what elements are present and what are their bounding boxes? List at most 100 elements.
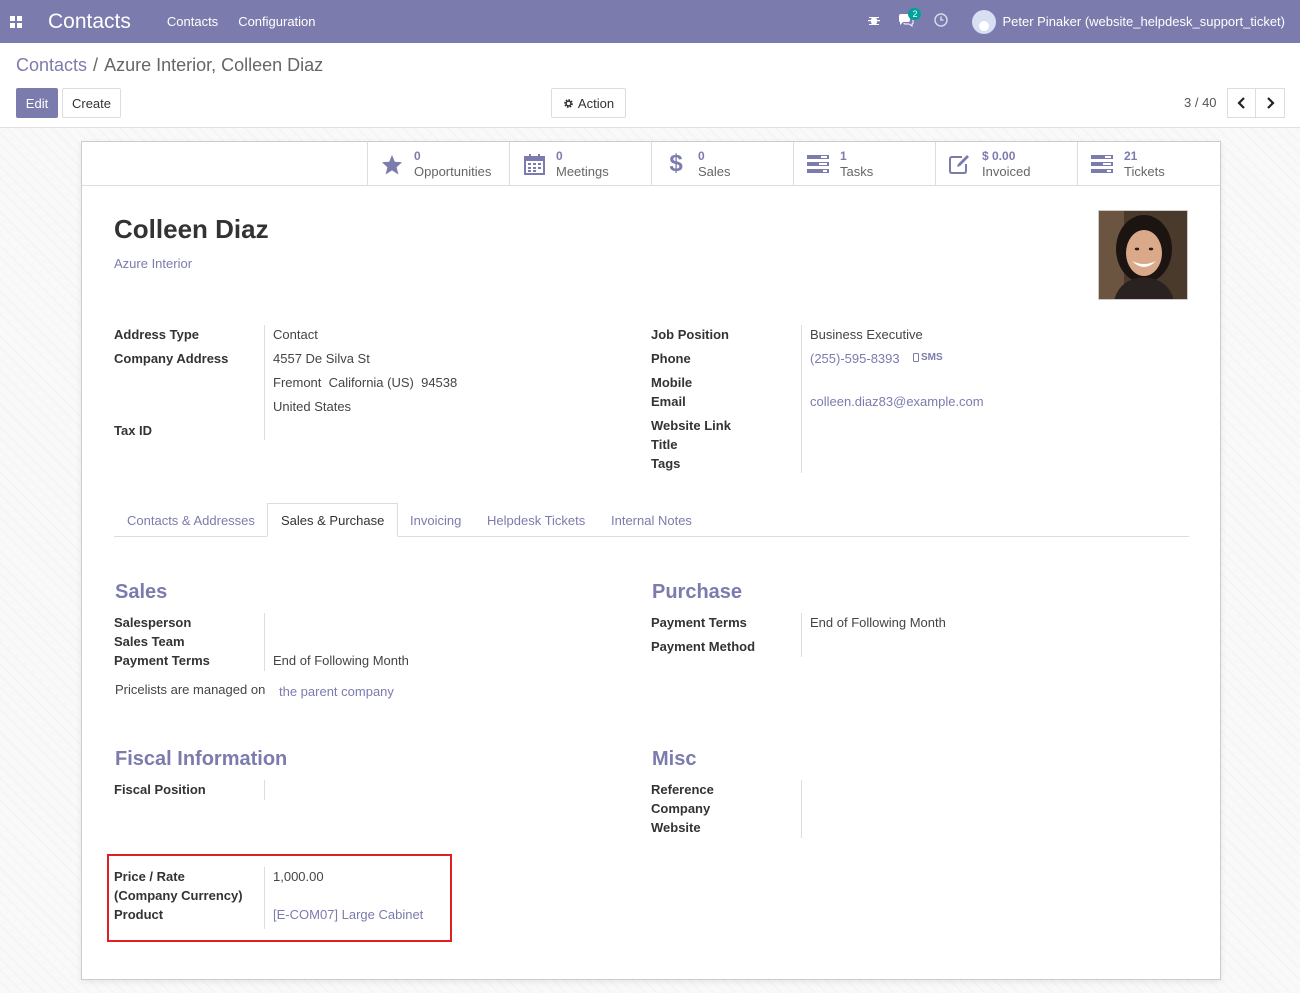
sales-smart-button[interactable]: $ 0 Sales [651, 142, 793, 186]
pager-next-button[interactable] [1255, 88, 1285, 118]
top-navbar: Contacts Contacts Configuration 2 Peter … [0, 0, 1300, 43]
sales-payment-terms-label: Payment Terms [114, 653, 210, 668]
breadcrumb-contacts-link[interactable]: Contacts [16, 55, 87, 75]
opportunities-count: 0 [414, 149, 421, 163]
tickets-smart-button[interactable]: 21 Tickets [1077, 142, 1219, 186]
price-rate-value[interactable]: 1,000.00 [273, 869, 324, 884]
sales-team-label: Sales Team [114, 634, 185, 649]
messages-count-badge: 2 [908, 7, 922, 20]
breadcrumb-current: Azure Interior, Colleen Diaz [104, 55, 324, 75]
notebook-tabs: Contacts & Addresses Sales & Purchase In… [114, 503, 1189, 537]
address-type-label: Address Type [114, 327, 200, 342]
purchase-payment-terms-label: Payment Terms [651, 615, 747, 630]
tab-helpdesk-tickets[interactable]: Helpdesk Tickets [474, 503, 598, 537]
invoiced-label: Invoiced [982, 164, 1031, 179]
star-icon [380, 154, 404, 175]
title-label: Title [651, 437, 678, 452]
tags-label: Tags [651, 456, 681, 471]
sales-section-title: Sales [115, 581, 168, 603]
left-field-separator [264, 325, 265, 440]
tab-sales-purchase[interactable]: Sales & Purchase [267, 503, 399, 537]
opportunities-smart-button[interactable]: 0 Opportunities [367, 142, 509, 186]
invoiced-smart-button[interactable]: $ 0.00 Invoiced [935, 142, 1077, 186]
address-country: United States [273, 399, 352, 414]
price-field-separator [264, 867, 265, 929]
sales-payment-terms-value[interactable]: End of Following Month [273, 653, 409, 668]
meetings-count: 0 [556, 149, 563, 163]
tab-internal-notes[interactable]: Internal Notes [598, 503, 705, 537]
parent-company-link[interactable]: the parent company [279, 684, 394, 699]
purchase-field-separator [801, 613, 802, 657]
address-city-line: Fremont California (US) 94538 [273, 375, 458, 390]
chevron-left-icon [1237, 97, 1245, 109]
gear-icon [563, 98, 574, 109]
activity-clock-icon[interactable] [934, 13, 949, 30]
messages-icon[interactable]: 2 [898, 7, 922, 30]
debug-bug-icon[interactable] [868, 14, 881, 29]
tickets-icon [1090, 155, 1114, 173]
phone-value[interactable]: (255)-595-8393 [810, 351, 900, 366]
salesperson-label: Salesperson [114, 615, 192, 630]
right-field-separator [801, 325, 802, 473]
create-button[interactable]: Create [62, 88, 121, 118]
form-sheet: 0 Opportunities 0 Meetings $ 0 Sales 1 Tasks… [81, 141, 1221, 980]
edit-button[interactable]: Edit [16, 88, 58, 118]
fiscal-section-title: Fiscal Information [115, 748, 288, 770]
meetings-smart-button[interactable]: 0 Meetings [509, 142, 651, 186]
company-address-label: Company Address [114, 351, 229, 366]
misc-field-separator [801, 780, 802, 838]
sales-label: Sales [698, 164, 731, 179]
sales-field-separator [264, 613, 265, 671]
tasks-smart-button[interactable]: 1 Tasks [793, 142, 935, 186]
contact-photo[interactable] [1098, 210, 1188, 300]
pager-value[interactable]: 3 / 40 [1184, 95, 1217, 110]
pager-previous-button[interactable] [1227, 88, 1257, 118]
misc-company-label: Company [651, 801, 711, 816]
sms-button[interactable]: SMS [913, 352, 943, 363]
user-avatar[interactable] [972, 9, 997, 34]
sales-count: 0 [698, 149, 705, 163]
user-menu[interactable]: Peter Pinaker (website_helpdesk_support_… [1002, 14, 1285, 29]
edit-square-icon [948, 154, 972, 174]
menu-contacts[interactable]: Contacts [167, 14, 218, 29]
smart-buttons-box: 0 Opportunities 0 Meetings $ 0 Sales 1 Tasks… [367, 142, 1219, 186]
product-link[interactable]: [E-COM07] Large Cabinet [273, 907, 423, 922]
action-button[interactable]: Action [551, 88, 626, 118]
tasks-label: Tasks [840, 164, 874, 179]
address-type-value: Contact [273, 327, 318, 342]
company-currency-label: (Company Currency) [114, 888, 243, 903]
tab-invoicing[interactable]: Invoicing [397, 503, 474, 537]
mobile-icon [913, 353, 919, 362]
sms-label: SMS [921, 352, 943, 363]
meetings-label: Meetings [556, 164, 609, 179]
purchase-payment-terms-value[interactable]: End of Following Month [810, 615, 946, 630]
website-link-label: Website Link [651, 418, 731, 433]
tickets-label: Tickets [1124, 164, 1165, 179]
action-label: Action [577, 95, 615, 111]
phone-label: Phone [651, 351, 691, 366]
breadcrumb-separator: / [93, 55, 99, 75]
misc-section-title: Misc [652, 748, 697, 770]
payment-method-label: Payment Method [651, 639, 756, 654]
company-link[interactable]: Azure Interior [114, 256, 192, 271]
email-value[interactable]: colleen.diaz83@example.com [810, 394, 984, 409]
product-label: Product [114, 907, 164, 922]
tasks-count: 1 [840, 149, 847, 163]
chevron-right-icon [1267, 97, 1275, 109]
mobile-label: Mobile [651, 375, 693, 390]
pricelist-note: Pricelists are managed on [115, 682, 266, 697]
create-button-label: Create [71, 95, 112, 111]
tasks-icon [806, 155, 830, 173]
purchase-section-title: Purchase [652, 581, 743, 603]
app-name[interactable]: Contacts [48, 10, 131, 34]
misc-website-label: Website [651, 820, 701, 835]
calendar-icon [522, 153, 546, 175]
invoiced-amount: $ 0.00 [982, 149, 1016, 163]
menu-configuration[interactable]: Configuration [238, 14, 315, 29]
job-position-label: Job Position [651, 327, 729, 342]
reference-label: Reference [651, 782, 714, 797]
apps-menu-icon[interactable] [0, 0, 32, 43]
breadcrumb: Contacts / Azure Interior, Colleen Diaz [16, 55, 323, 76]
price-rate-label: Price / Rate [114, 869, 185, 884]
tab-contacts-addresses[interactable]: Contacts & Addresses [114, 503, 268, 537]
